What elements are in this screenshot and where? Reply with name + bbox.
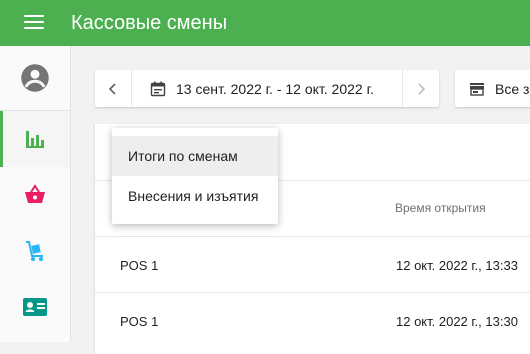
sidebar	[0, 46, 71, 342]
cell-opened: 12 окт. 2022 г., 13:30	[396, 314, 518, 329]
menu-item-shift-totals[interactable]: Итоги по сменам	[112, 136, 278, 176]
date-range-picker[interactable]: 13 сент. 2022 г. - 12 окт. 2022 г.	[131, 70, 403, 107]
menu-item-cash-in-out[interactable]: Внесения и изъятия	[112, 176, 278, 216]
store-icon	[470, 82, 484, 96]
menu-button[interactable]	[24, 15, 44, 31]
contact-card-icon	[23, 298, 47, 316]
app-bar: Кассовые смены	[0, 0, 530, 46]
chevron-right-icon	[418, 82, 426, 95]
cell-register: POS 1	[120, 314, 159, 329]
column-header-opened: Время открытия	[395, 201, 486, 215]
sidebar-item-delivery[interactable]	[0, 223, 70, 279]
menu-icon-bar	[24, 27, 44, 29]
sidebar-item-contacts[interactable]	[0, 279, 70, 335]
next-period-button[interactable]	[403, 70, 439, 107]
sidebar-item-goods[interactable]	[0, 167, 70, 223]
sidebar-item-reports[interactable]	[0, 111, 70, 167]
row-divider	[95, 236, 530, 237]
menu-icon-bar	[24, 21, 44, 23]
shopping-basket-icon	[25, 184, 45, 203]
store-selector[interactable]: Все за	[455, 70, 530, 107]
chevron-left-icon	[108, 82, 116, 95]
account-icon	[21, 64, 49, 92]
page-title: Кассовые смены	[71, 12, 228, 34]
row-divider	[95, 292, 530, 293]
sidebar-item-account[interactable]	[0, 50, 70, 106]
report-type-menu: Итоги по сменам Внесения и изъятия	[112, 128, 278, 224]
date-range-label: 13 сент. 2022 г. - 12 окт. 2022 г.	[176, 80, 374, 97]
hand-truck-icon	[26, 241, 43, 261]
cell-opened: 12 окт. 2022 г., 13:33	[396, 258, 518, 273]
calendar-icon	[150, 81, 166, 96]
cell-register: POS 1	[120, 258, 159, 273]
store-selector-label: Все за	[495, 80, 530, 97]
menu-icon-bar	[24, 15, 44, 17]
bar-chart-icon	[26, 131, 44, 148]
previous-period-button[interactable]	[95, 70, 131, 107]
